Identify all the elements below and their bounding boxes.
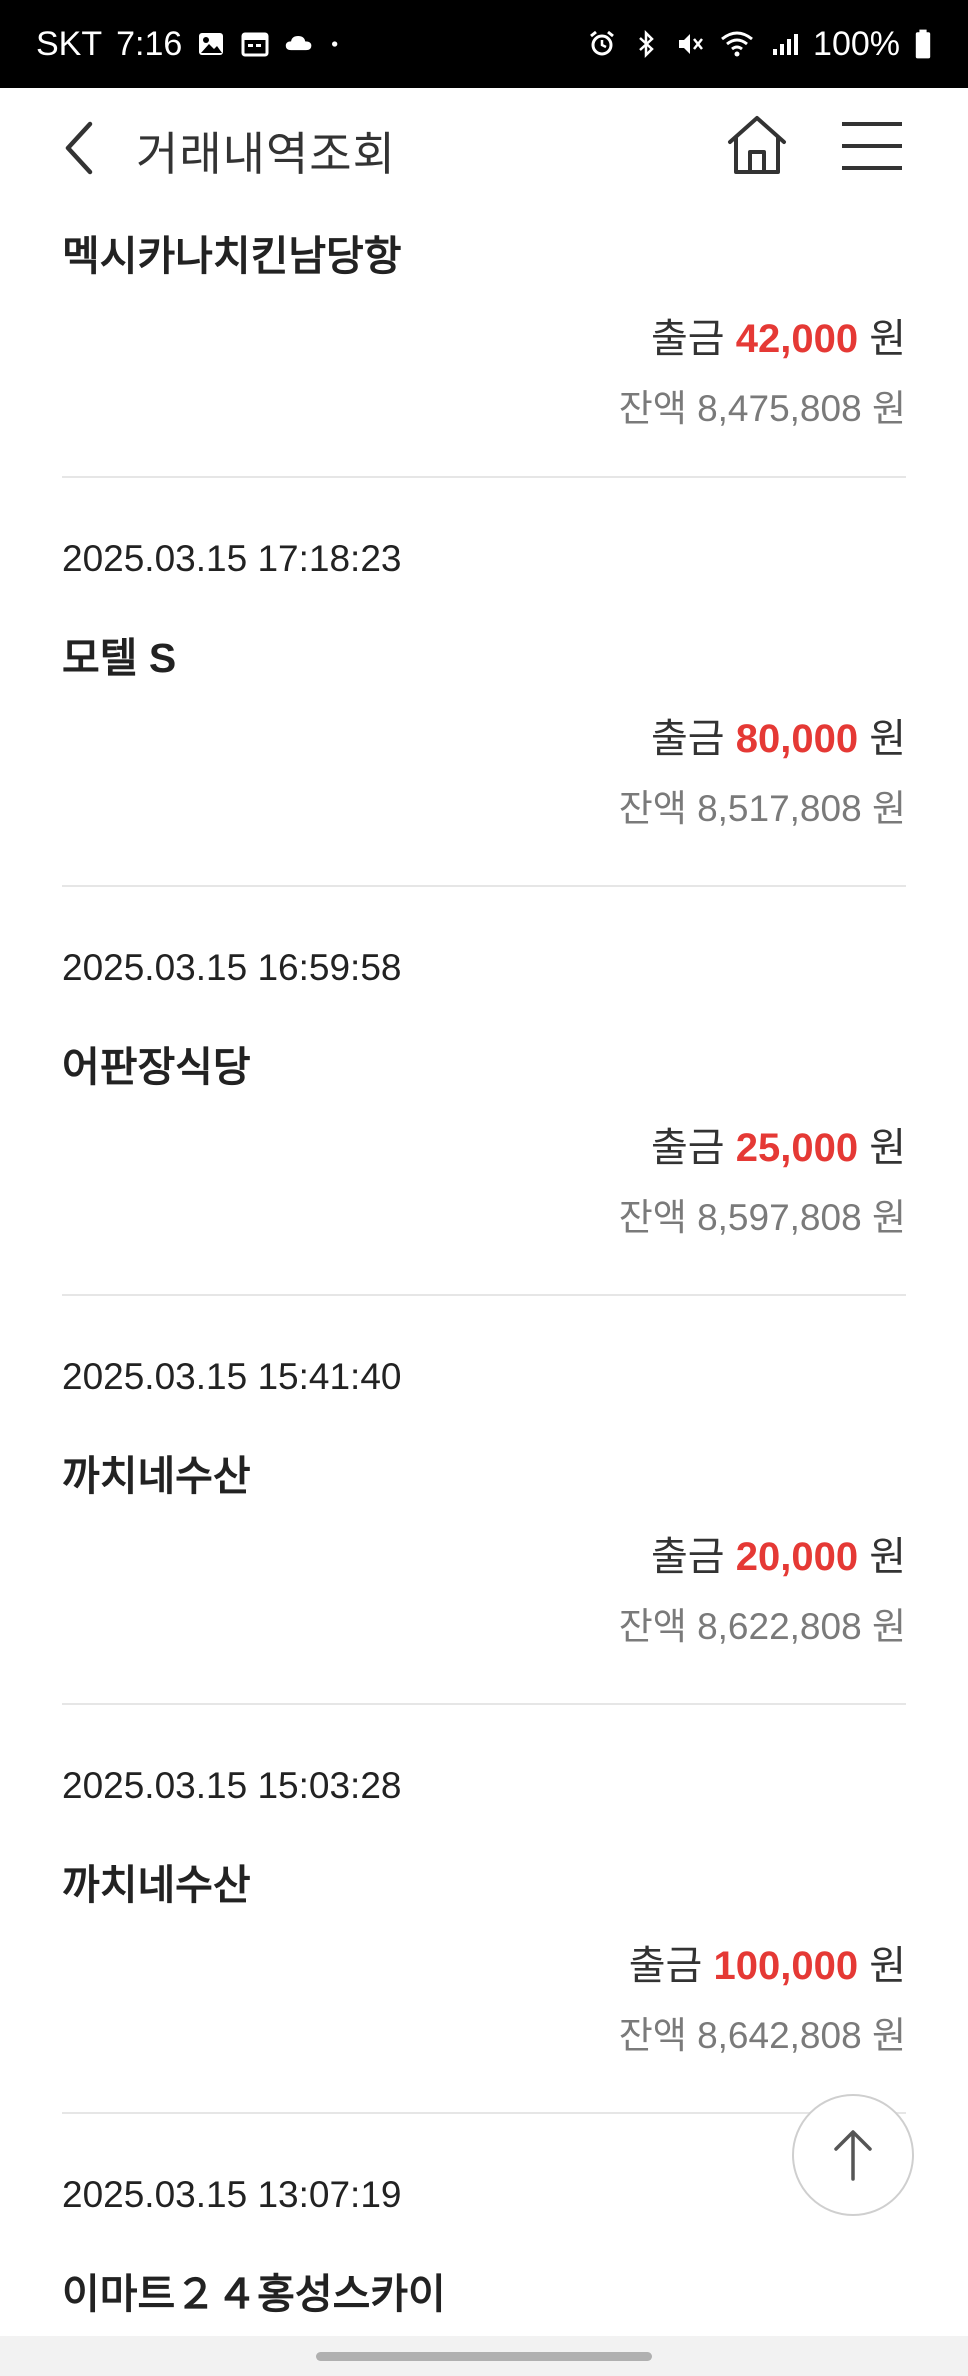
balance-amount: 8,642,808 (697, 2015, 862, 2056)
wifi-icon (721, 31, 753, 57)
hamburger-menu-icon[interactable] (842, 120, 902, 172)
balance-label: 잔액 (618, 2015, 687, 2056)
transaction-item[interactable]: 2025.03.15 13:07:19 이마트２４홍성스카이 (62, 2114, 906, 2344)
battery-icon (915, 29, 931, 59)
transaction-datetime: 2025.03.15 16:59:58 (62, 947, 402, 988)
currency-unit: 원 (869, 1535, 906, 1579)
page-title: 거래내역조회 (136, 128, 396, 180)
battery-percent: 100% (813, 24, 900, 63)
currency-unit: 원 (869, 717, 906, 761)
gallery-notification-icon (199, 33, 224, 55)
balance-label: 잔액 (618, 788, 687, 829)
transaction-item[interactable]: 멕시카나치킨남당항 출금 42,000 원 잔액 8,475,808 원 (62, 208, 906, 478)
currency-unit: 원 (869, 317, 906, 361)
transaction-item[interactable]: 2025.03.15 15:03:28 까치네수산 출금 100,000 원 잔… (62, 1705, 906, 2114)
withdrawal-row: 출금 42,000 원 (651, 306, 906, 364)
merchant-name: 모텔 S (62, 635, 177, 681)
balance-row: 잔액 8,475,808 원 (619, 378, 906, 432)
balance-label: 잔액 (618, 1197, 687, 1238)
withdrawal-amount: 80,000 (735, 717, 859, 761)
transaction-type: 출금 (650, 1535, 725, 1579)
transaction-type: 출금 (650, 1126, 725, 1170)
transaction-item[interactable]: 2025.03.15 15:41:40 까치네수산 출금 20,000 원 잔액… (62, 1296, 906, 1705)
signal-icon (773, 34, 799, 55)
arrow-up-icon (834, 2130, 872, 2181)
merchant-name: 까치네수산 (62, 1862, 251, 1908)
balance-label: 잔액 (618, 1606, 687, 1647)
withdrawal-amount: 20,000 (735, 1535, 859, 1579)
mute-icon (679, 34, 704, 54)
status-bar: SKT 7:16 100% (0, 0, 968, 88)
carrier-label: SKT (36, 24, 103, 63)
transaction-datetime: 2025.03.15 15:41:40 (62, 1356, 402, 1397)
merchant-name: 멕시카나치킨남당항 (62, 233, 402, 279)
merchant-name: 이마트２４홍성스카이 (62, 2271, 446, 2317)
currency-unit: 원 (869, 1944, 906, 1988)
balance-label: 잔액 (618, 388, 687, 429)
home-gesture-handle[interactable] (316, 2352, 652, 2361)
system-navigation-bar (0, 2336, 968, 2376)
transaction-type: 출금 (650, 717, 725, 761)
balance-row: 잔액 8,597,808 원 (619, 1187, 906, 1241)
currency-unit: 원 (871, 1197, 906, 1238)
app-header: 거래내역조회 (0, 88, 968, 208)
transaction-datetime: 2025.03.15 15:03:28 (62, 1765, 402, 1806)
balance-amount: 8,517,808 (697, 788, 862, 829)
balance-row: 잔액 8,622,808 원 (619, 1596, 906, 1650)
status-left: SKT 7:16 (36, 25, 348, 64)
balance-amount: 8,597,808 (697, 1197, 862, 1238)
balance-amount: 8,622,808 (697, 1606, 862, 1647)
currency-unit: 원 (869, 1126, 906, 1170)
transaction-item[interactable]: 2025.03.15 16:59:58 어판장식당 출금 25,000 원 잔액… (62, 887, 906, 1296)
transaction-datetime: 2025.03.15 13:07:19 (62, 2174, 402, 2215)
merchant-name: 까치네수산 (62, 1453, 251, 1499)
calendar-notification-icon (241, 32, 269, 57)
clock: 7:16 (116, 24, 183, 63)
transaction-list: 멕시카나치킨남당항 출금 42,000 원 잔액 8,475,808 원 202… (0, 208, 968, 2344)
withdrawal-amount: 25,000 (735, 1126, 859, 1170)
withdrawal-row: 출금 25,000 원 (651, 1115, 906, 1173)
transaction-item[interactable]: 2025.03.15 17:18:23 모텔 S 출금 80,000 원 잔액 … (62, 478, 906, 887)
withdrawal-amount: 42,000 (735, 317, 859, 361)
currency-unit: 원 (871, 388, 906, 429)
currency-unit: 원 (871, 1606, 906, 1647)
withdrawal-row: 출금 20,000 원 (651, 1524, 906, 1582)
currency-unit: 원 (871, 2015, 906, 2056)
balance-row: 잔액 8,517,808 원 (619, 778, 906, 832)
alarm-icon (590, 30, 614, 56)
cloud-notification-icon (286, 36, 312, 51)
transaction-type: 출금 (628, 1944, 703, 1988)
status-right: 100% (587, 25, 932, 64)
merchant-name: 어판장식당 (62, 1044, 251, 1090)
more-notifications-dot-icon (332, 41, 338, 47)
withdrawal-row: 출금 80,000 원 (651, 706, 906, 764)
bluetooth-icon (639, 29, 654, 59)
balance-row: 잔액 8,642,808 원 (619, 2005, 906, 2059)
transaction-datetime: 2025.03.15 17:18:23 (62, 538, 402, 579)
back-chevron-icon[interactable] (56, 118, 106, 178)
balance-amount: 8,475,808 (697, 388, 862, 429)
withdrawal-amount: 100,000 (713, 1944, 859, 1988)
currency-unit: 원 (871, 788, 906, 829)
transaction-type: 출금 (650, 317, 725, 361)
scroll-to-top-button[interactable] (792, 2094, 914, 2216)
withdrawal-row: 출금 100,000 원 (629, 1933, 906, 1991)
home-icon[interactable] (724, 112, 790, 178)
